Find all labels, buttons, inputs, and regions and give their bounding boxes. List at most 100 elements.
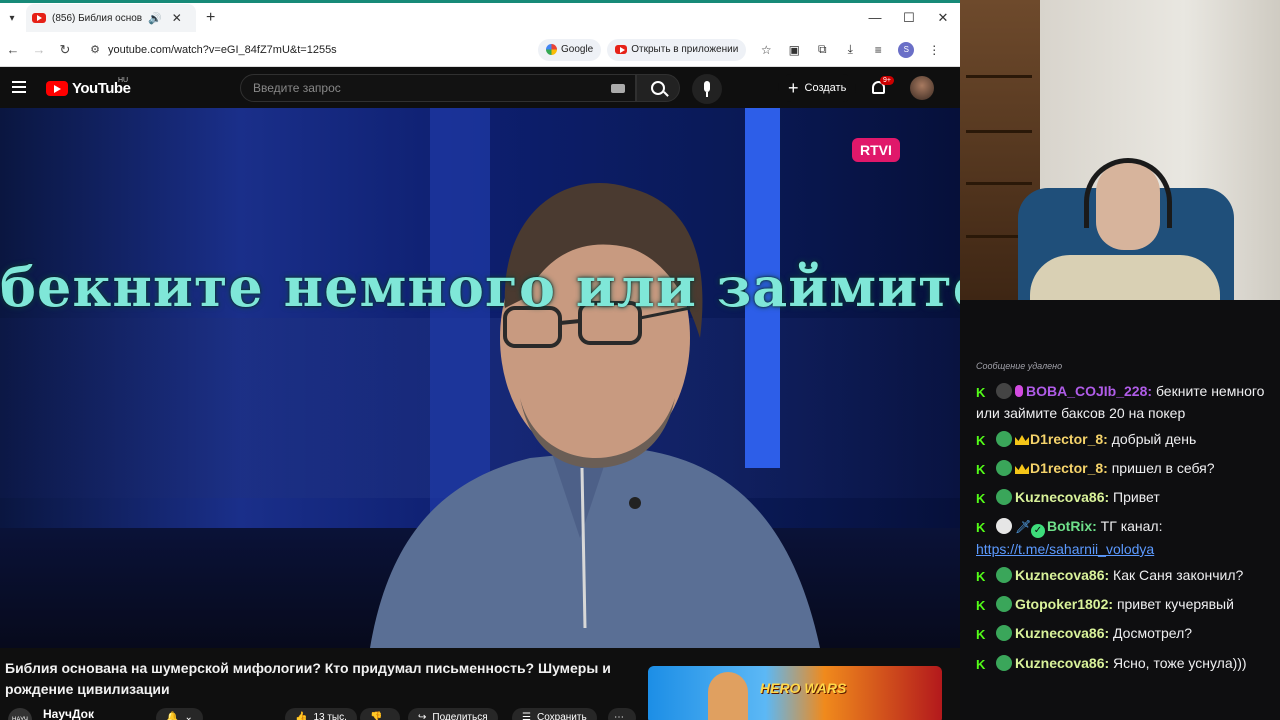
chat-username[interactable]: D1rector_8: xyxy=(1030,431,1108,447)
browser-menu-icon[interactable]: ⋮ xyxy=(920,43,948,57)
url-field[interactable]: youtube.com/watch?v=eGI_84fZ7mU&t=1255s xyxy=(108,44,538,56)
user-avatar xyxy=(996,567,1012,583)
ad-hero-figure xyxy=(708,672,748,720)
maximize-icon[interactable]: ☐ xyxy=(892,3,926,33)
address-bar: ← → ↻ ⚙ youtube.com/watch?v=eGI_84fZ7mU&… xyxy=(0,33,960,67)
video-player[interactable]: RTVI xyxy=(0,108,960,648)
reload-button[interactable]: ↻ xyxy=(52,42,78,58)
dislike-button[interactable]: 👎 xyxy=(360,708,400,720)
chat-message: K D1rector_8: пришел в себя? xyxy=(976,457,1276,479)
chat-text: Досмотрел? xyxy=(1113,625,1193,641)
chat-username[interactable]: BotRix: xyxy=(1047,518,1097,534)
youtube-logo-icon xyxy=(46,81,68,96)
chat-text: привет кучерявый xyxy=(1116,596,1234,612)
user-avatar xyxy=(996,489,1012,505)
voice-search-mic-icon[interactable] xyxy=(692,74,722,104)
kick-badge-icon: K xyxy=(976,569,986,584)
google-chip[interactable]: Google xyxy=(538,38,602,61)
youtube-app-icon xyxy=(615,45,628,54)
new-tab-button[interactable]: + xyxy=(206,9,215,27)
chat-message: K 🗡 ✓ BotRix: ТГ канал: https://t.me/saharni… xyxy=(976,515,1276,560)
notification-bell-button[interactable]: 🔔 ⌄ xyxy=(156,708,203,720)
kick-badge-icon: K xyxy=(976,433,986,448)
minimize-icon[interactable]: — xyxy=(858,3,892,33)
like-count: 13 тыс. xyxy=(313,712,347,720)
video-title: Библия основана на шумерской мифологии? … xyxy=(5,660,611,697)
back-button[interactable]: ← xyxy=(0,42,26,57)
channel-avatar[interactable]: НАУЧ ДОК xyxy=(8,708,32,720)
chat-message: K D1rector_8: добрый день xyxy=(976,428,1276,450)
tab-bar: ▾ (856) Библия основана на 🔊 ✕ + — ☐ ✕ xyxy=(0,3,960,33)
thumbs-up-icon: 👍 xyxy=(295,712,308,720)
user-avatar xyxy=(996,460,1012,476)
tab-close-icon[interactable]: ✕ xyxy=(172,11,182,25)
google-icon xyxy=(546,44,557,55)
share-button[interactable]: ↪ Поделиться xyxy=(408,708,498,720)
save-label: Сохранить xyxy=(536,712,587,720)
user-avatar xyxy=(996,625,1012,641)
channel-name[interactable]: НаучДок xyxy=(43,707,94,720)
more-actions-button[interactable]: ⋯ xyxy=(608,708,636,720)
share-label: Поделиться xyxy=(432,712,488,720)
kick-badge-icon: K xyxy=(976,385,986,400)
sword-badge-icon: 🗡 xyxy=(1015,519,1032,534)
chat-message: K Kuznecova86: Привет xyxy=(976,486,1276,508)
search-input[interactable]: Введите запрос xyxy=(240,74,636,102)
user-avatar xyxy=(996,431,1012,447)
chat-message: K Kuznecova86: Как Саня закончил? xyxy=(976,564,1276,586)
close-window-icon[interactable]: ✕ xyxy=(926,3,960,33)
chat-username[interactable]: Gtopoker1802: xyxy=(1015,596,1113,612)
user-avatar xyxy=(996,596,1012,612)
download-icon[interactable]: ⤓ xyxy=(836,42,864,57)
chat-message: K Kuznecova86: Досмотрел? xyxy=(976,622,1276,644)
webcam-feed xyxy=(960,0,1280,300)
save-button[interactable]: ☰ Сохранить xyxy=(512,708,597,720)
chat-username[interactable]: Kuznecova86: xyxy=(1015,489,1109,505)
chat-text: Привет xyxy=(1113,489,1160,505)
site-info-icon[interactable]: ⚙ xyxy=(84,43,106,56)
save-icon: ☰ xyxy=(522,712,531,720)
chat-username[interactable]: Kuznecova86: xyxy=(1015,655,1109,671)
keyboard-icon[interactable] xyxy=(611,83,625,93)
crown-badge-icon xyxy=(1015,464,1029,474)
chat-message: K Kuznecova86: Ясно, тоже уснула))) xyxy=(976,652,1276,674)
cabinet-shelf xyxy=(966,130,1032,133)
webcam-streamer-body xyxy=(1030,255,1220,300)
like-button[interactable]: 👍 13 тыс. xyxy=(285,708,357,720)
share-icon: ↪ xyxy=(418,712,427,720)
ad-logo: HERO WARS xyxy=(760,680,847,696)
puzzle-extensions-icon[interactable]: ⧉ xyxy=(808,42,836,57)
chat-username[interactable]: Kuznecova86: xyxy=(1015,567,1109,583)
chat-panel: Сообщение удалено K BOBA_COJIb_228: бекни… xyxy=(960,300,1280,720)
chat-link[interactable]: https://t.me/saharnii_volodya xyxy=(976,541,1154,557)
kick-badge-icon: K xyxy=(976,462,986,477)
forward-button[interactable]: → xyxy=(26,42,52,57)
profile-avatar[interactable]: S xyxy=(898,41,915,58)
window-controls: — ☐ ✕ xyxy=(858,3,960,33)
tab-search-chevron-icon[interactable]: ▾ xyxy=(4,13,20,24)
kick-badge-icon: K xyxy=(976,491,986,506)
chat-username[interactable]: Kuznecova86: xyxy=(1015,625,1109,641)
ad-banner[interactable]: HERO WARS xyxy=(648,666,942,720)
chat-username[interactable]: BOBA_COJIb_228: xyxy=(1026,383,1152,399)
extension-icon[interactable]: ▣ xyxy=(780,43,808,57)
bell-outline-icon: 🔔 xyxy=(166,712,179,720)
stream-sidebar: Сообщение удалено K BOBA_COJIb_228: бекни… xyxy=(960,0,1280,720)
chevron-down-icon: ⌄ xyxy=(184,712,193,720)
create-button[interactable]: + Создать xyxy=(778,74,857,102)
create-label: Создать xyxy=(804,82,847,94)
chat-username[interactable]: D1rector_8: xyxy=(1030,460,1108,476)
media-queue-icon[interactable]: ≡ xyxy=(864,43,892,57)
hamburger-menu-icon[interactable] xyxy=(12,81,26,93)
chat-text: Как Саня закончил? xyxy=(1113,567,1244,583)
chat-text: Ясно, тоже уснула))) xyxy=(1113,655,1247,671)
search-button[interactable] xyxy=(636,74,680,102)
kick-badge-icon: K xyxy=(976,657,986,672)
browser-tab-active[interactable]: (856) Библия основана на 🔊 ✕ xyxy=(26,4,196,32)
notifications-bell-icon[interactable]: 9+ xyxy=(868,76,894,100)
youtube-account-avatar[interactable] xyxy=(910,76,934,100)
chat-text: ТГ канал: xyxy=(1100,518,1163,534)
open-in-app-chip[interactable]: Открыть в приложении xyxy=(607,38,747,61)
speaker-icon[interactable]: 🔊 xyxy=(148,12,162,25)
bookmark-star-icon[interactable]: ☆ xyxy=(752,43,780,57)
